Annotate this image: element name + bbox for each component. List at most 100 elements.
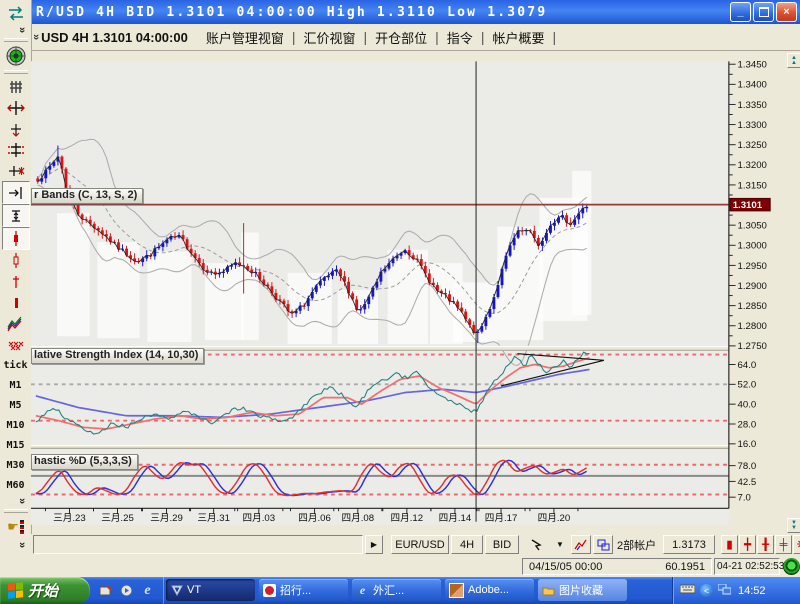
timeframe-overflow-chevron-icon[interactable]: » xyxy=(16,498,28,504)
multi-line-zigzag-icon[interactable] xyxy=(3,313,29,334)
clock-cell: 04-21 02:52:53 xyxy=(714,558,784,575)
windows-logo-icon xyxy=(8,582,23,599)
date-axis-label: 四月.08 xyxy=(342,513,375,524)
minimize-button[interactable]: _ xyxy=(730,2,751,22)
language-indicator-icon[interactable]: < xyxy=(700,584,713,597)
bars-icon: ╪ xyxy=(779,538,788,551)
chart-type-hlc-button[interactable]: ┿ xyxy=(739,535,756,554)
grid-tool-icon[interactable] xyxy=(3,76,29,97)
task-label: 图片收藏 xyxy=(559,585,603,597)
toolbar-separator xyxy=(3,509,28,513)
chart-type-bars-button[interactable]: ╪ xyxy=(775,535,792,554)
connection-globe-icon[interactable] xyxy=(3,44,29,68)
start-button[interactable]: 开始 xyxy=(0,577,90,604)
price-axis-label: 1.3400 xyxy=(738,80,767,91)
network-icon[interactable] xyxy=(717,583,732,598)
rsi-axis-label: 52.0 xyxy=(738,380,757,391)
axis-scroll-up-button[interactable]: ▲ ▲ xyxy=(787,53,800,68)
side-button[interactable]: BID xyxy=(485,535,519,554)
taskbar-task-cmb[interactable]: 招行... xyxy=(259,579,348,601)
chart-type-star-button[interactable]: ✳ xyxy=(793,535,800,554)
scroll-right-button[interactable]: ▶ xyxy=(365,535,383,554)
internet-explorer-icon[interactable]: e xyxy=(140,583,155,598)
menu-item-account-summary[interactable]: 帐户概要 xyxy=(484,26,552,49)
arrow-to-bar-tool-icon[interactable] xyxy=(1,181,30,204)
date-axis-label: 三月.29 xyxy=(150,513,183,524)
hlc-bar-icon: ┿ xyxy=(744,539,751,551)
timeframe-m15[interactable]: M15 xyxy=(3,435,29,455)
date-axis-label: 四月.12 xyxy=(391,513,424,524)
price-axis-label: 1.3200 xyxy=(738,160,767,171)
menu-item-quotes[interactable]: 汇价视窗 xyxy=(295,26,363,49)
cursor-tool-button[interactable] xyxy=(525,535,551,554)
axis-scroll-down-button[interactable]: ▼ ▼ xyxy=(787,518,800,533)
account-label[interactable]: 2部帐户 xyxy=(617,537,656,553)
menu-item-open-positions[interactable]: 开仓部位 xyxy=(367,26,435,49)
bottom-overflow-chevron-icon[interactable]: » xyxy=(16,542,28,548)
chart-type-candle-button[interactable]: ▮ xyxy=(721,535,738,554)
close-button[interactable]: × xyxy=(776,2,797,22)
date-axis-label: 三月.23 xyxy=(53,513,86,524)
task-label: 外汇... xyxy=(373,585,405,597)
taskbar-task-pictures[interactable]: 图片收藏 xyxy=(538,579,627,601)
task-label: VT xyxy=(187,584,202,596)
period-button[interactable]: 4H xyxy=(451,535,483,554)
left-toolbar: » tick M1 M5 M10 M15 M30 M60 » ☛ » xyxy=(0,0,32,577)
start-label: 开始 xyxy=(28,583,59,600)
cross-asterisk-tool-icon[interactable] xyxy=(3,160,29,181)
hand-measure-tool-icon[interactable]: ☛ xyxy=(3,515,29,539)
swap-arrows-icon[interactable] xyxy=(3,3,29,24)
price-axis-label: 1.2900 xyxy=(738,281,767,292)
timeframe-m1[interactable]: M1 xyxy=(3,375,29,395)
menu-item-orders[interactable]: 指令 xyxy=(439,26,481,49)
ibeam-range-tool-icon[interactable] xyxy=(1,204,30,227)
price-axis-label: 1.2850 xyxy=(738,301,767,312)
menu-item-account-management[interactable]: 账户管理视窗 xyxy=(198,26,292,49)
system-tray: < 14:52 xyxy=(672,577,800,604)
bollinger-bands-label: r Bands (C, 13, S, 2) xyxy=(31,188,144,204)
browser-page-icon: e xyxy=(359,582,366,597)
hatch-pattern-icon[interactable] xyxy=(3,334,29,355)
cascade-windows-button[interactable] xyxy=(593,535,613,554)
crosshair-arrows-tool-icon[interactable] xyxy=(3,97,29,118)
vt-trader-window: R/USD 4H BID 1.3101 04:00:00 High 1.3110… xyxy=(0,0,800,604)
double-cross-tool-icon[interactable] xyxy=(3,139,29,160)
keyboard-icon[interactable] xyxy=(679,584,696,597)
restore-button[interactable] xyxy=(753,2,774,22)
task-label: 招行... xyxy=(280,585,312,597)
symbol-button[interactable]: EUR/USD xyxy=(391,535,449,554)
chart-bottom-toolbar: ▶ EUR/USD 4H BID ▼ 2部帐户 1.3173 ▮ ┿ ╂ ╪ ✳… xyxy=(31,534,800,557)
taskbar-task-vt[interactable]: VT xyxy=(166,579,255,601)
down-arrow-icon: ▼ xyxy=(791,524,797,531)
timeframe-m5[interactable]: M5 xyxy=(3,395,29,415)
small-crosshair-arrows-tool-icon[interactable] xyxy=(3,118,29,139)
candle-icon: ▮ xyxy=(726,539,733,551)
zigzag-indicator-button[interactable] xyxy=(571,535,591,554)
toolbar-overflow-chevron-icon[interactable]: » xyxy=(16,27,28,33)
windows-taskbar: 开始 e VT 招行... e 外汇... Adobe... 图片收藏 < 14… xyxy=(0,577,800,604)
show-desktop-icon[interactable] xyxy=(98,583,113,598)
price-chart-canvas[interactable]: 1.3450 1.3400 1.3350 1.3300 1.3250 1.3200 1.31… xyxy=(31,52,800,534)
taskbar-task-adobe[interactable]: Adobe... xyxy=(445,579,534,601)
close-icon: × xyxy=(783,5,790,18)
media-player-icon[interactable] xyxy=(119,583,134,598)
right-arrow-icon: ▶ xyxy=(370,540,378,549)
bar-tool-icon[interactable] xyxy=(3,292,29,313)
timeframe-tick[interactable]: tick xyxy=(3,355,29,375)
chart-type-ohlc-button[interactable]: ╂ xyxy=(757,535,774,554)
price-axis-label: 1.2800 xyxy=(738,321,767,332)
horizontal-scrollbar[interactable] xyxy=(33,535,363,554)
candlestick-filled-tool-icon[interactable] xyxy=(1,227,30,250)
dagger-line-tool-icon[interactable] xyxy=(3,271,29,292)
timeframe-m60[interactable]: M60 xyxy=(3,475,29,495)
timeframe-m10[interactable]: M10 xyxy=(3,415,29,435)
taskbar-task-forex[interactable]: e 外汇... xyxy=(352,579,441,601)
candlestick-hollow-tool-icon[interactable] xyxy=(3,250,29,271)
menu-bar: » USD 4H 1.3101 04:00:00 账户管理视窗 | 汇价视窗 |… xyxy=(30,24,800,51)
timeframe-m30[interactable]: M30 xyxy=(3,455,29,475)
status-bar: 04/15/05 00:00 60.1951 04-21 02:52:53 xyxy=(31,557,800,577)
cursor-dropdown-button[interactable]: ▼ xyxy=(551,535,569,554)
price-axis-label: 1.2950 xyxy=(738,261,767,272)
up-arrow-icon: ▲ xyxy=(791,59,797,66)
price-axis-label: 1.2750 xyxy=(738,341,767,352)
